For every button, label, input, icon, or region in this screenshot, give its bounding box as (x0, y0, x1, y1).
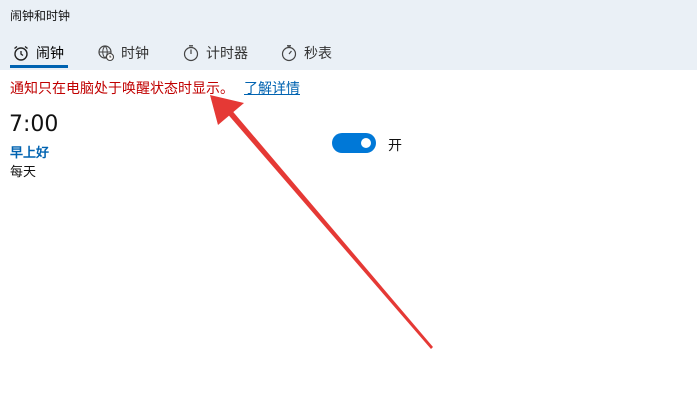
tab-alarm[interactable]: 闹钟 (12, 40, 64, 66)
tab-world-clock[interactable]: 时钟 (97, 40, 149, 66)
toggle-knob (361, 138, 371, 148)
timer-icon (182, 44, 200, 62)
alarm-repeat[interactable]: 每天 (10, 161, 36, 180)
tab-bar: 闹钟 时钟 计时器 秒表 (0, 36, 697, 70)
tab-stopwatch-label: 秒表 (304, 46, 332, 62)
toggle-state-label: 开 (388, 138, 402, 154)
learn-more-link[interactable]: 了解详情 (244, 78, 300, 98)
tab-world-clock-label: 时钟 (121, 46, 149, 62)
world-clock-icon (97, 44, 115, 62)
alarm-name[interactable]: 早上好 (10, 142, 49, 161)
notice-text: 通知只在电脑处于唤醒状态时显示。 (10, 81, 234, 97)
tab-timer-label: 计时器 (206, 46, 248, 62)
tab-alarm-label: 闹钟 (36, 46, 64, 62)
alarm-clock-icon (12, 44, 30, 62)
notification-warning: 通知只在电脑处于唤醒状态时显示。 了解详情 (10, 78, 300, 98)
active-tab-indicator (10, 65, 68, 68)
arrow-head (210, 95, 244, 125)
stopwatch-icon (280, 44, 298, 62)
alarm-toggle[interactable] (332, 133, 376, 153)
app-header: 闹钟和时钟 闹钟 时钟 计时器 秒表 (0, 0, 697, 70)
window-title: 闹钟和时钟 (10, 9, 71, 23)
alarm-time[interactable]: 7:00 (9, 112, 58, 137)
tab-stopwatch[interactable]: 秒表 (280, 40, 332, 66)
tab-timer[interactable]: 计时器 (182, 40, 248, 66)
